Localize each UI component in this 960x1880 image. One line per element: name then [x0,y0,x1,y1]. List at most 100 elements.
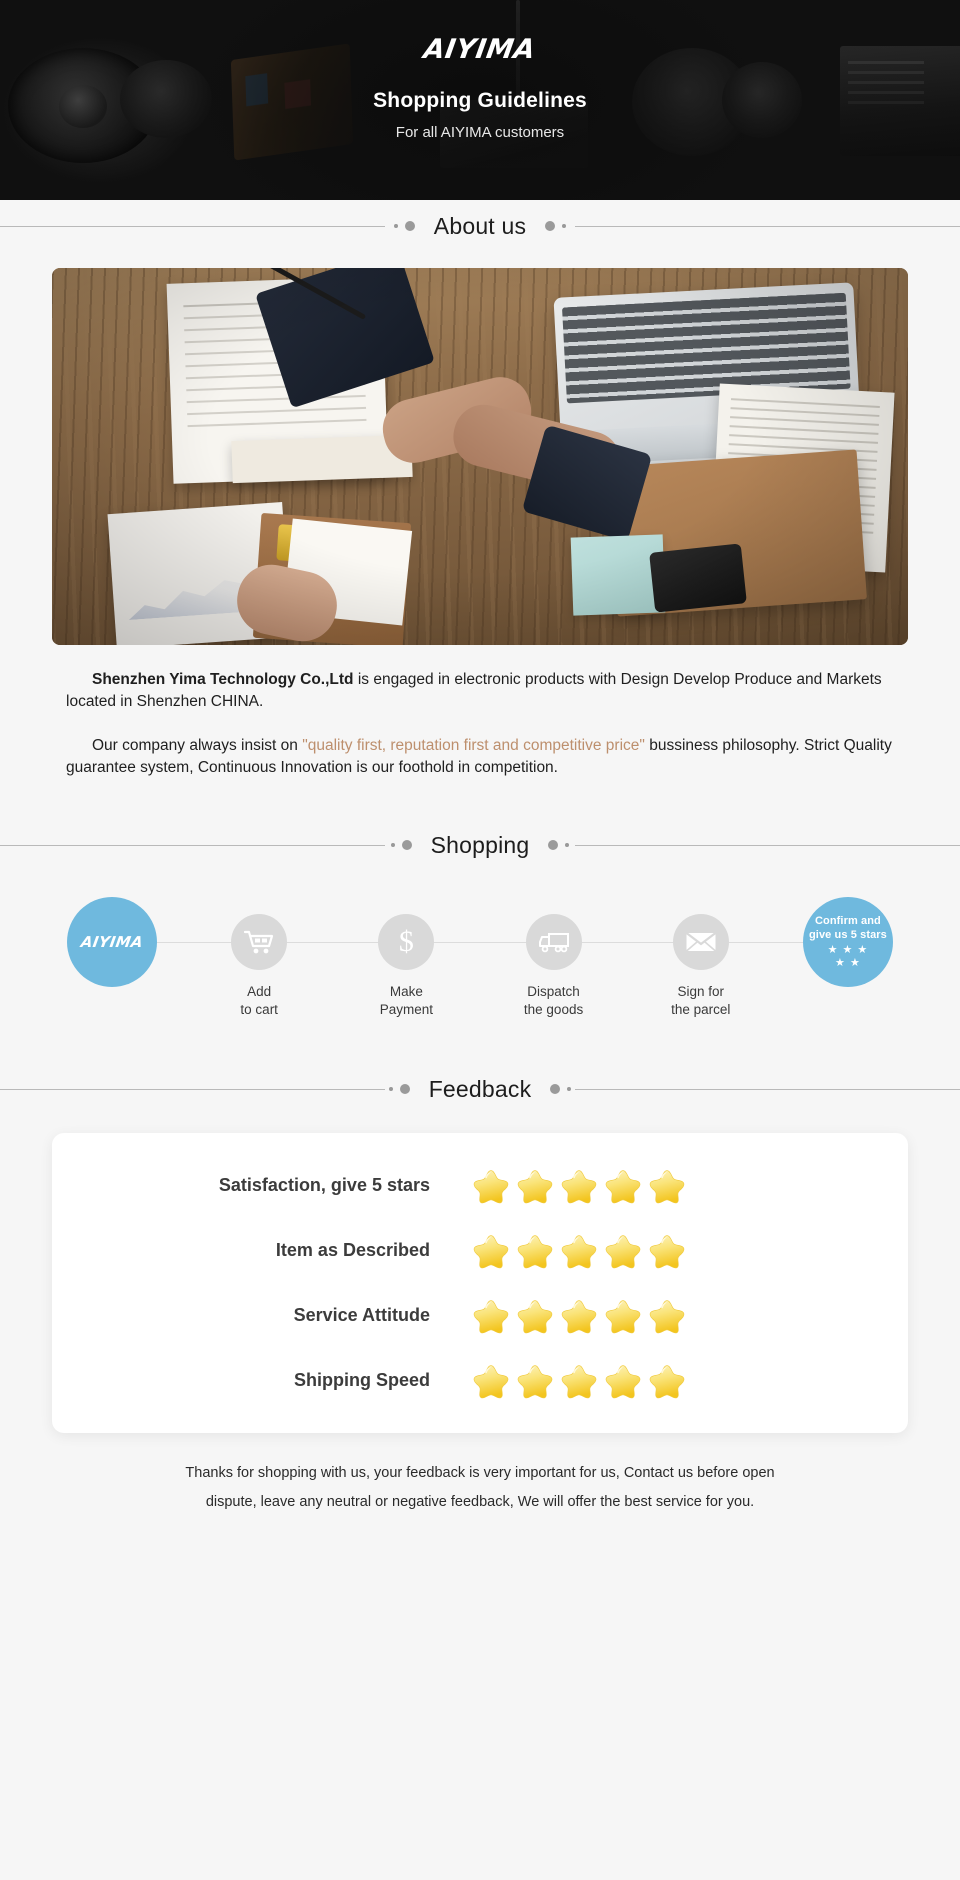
section-divider-about: About us [0,200,960,252]
star-icon [516,1233,554,1269]
steps-row: AIYIMA Add to cart $ Make Payment Dispat… [52,897,908,1019]
star-icon [560,1168,598,1204]
divider-rule-right-shopping [575,845,960,846]
about-paragraph-1: Shenzhen Yima Technology Co.,Ltd is enga… [66,669,894,713]
step-label-add-to-cart: Add to cart [240,983,278,1019]
star-icon [648,1233,686,1269]
star-icon [648,1363,686,1399]
divider-rule-left-shopping [0,845,385,846]
divider-small-dot-right-feedback [567,1087,572,1091]
company-motto: "quality first, reputation first and com… [302,737,645,754]
confirm-line-2: give us 5 stars [808,929,887,942]
about-paragraph-2: Our company always insist on "quality fi… [66,735,894,779]
star-icon [472,1298,510,1334]
divider-small-dot-left-shopping [390,843,395,847]
company-name: Shenzhen Yima Technology Co.,Ltd [92,671,354,688]
about-handshake-photo [52,268,908,645]
feedback-row: Item as Described [52,1218,908,1283]
step-label-dispatch-goods: Dispatch the goods [524,983,583,1019]
step-label-sign-parcel: Sign for the parcel [671,983,730,1019]
divider-rule-left [0,226,385,227]
star-icon [472,1363,510,1399]
step-dispatch-goods: Dispatch the goods [494,897,614,1019]
divider-group-feedback: Feedback [384,1075,576,1103]
divider-group-shopping: Shopping [386,831,574,859]
feedback-star-rating[interactable] [472,1363,686,1399]
feedback-row: Service Attitude [52,1283,908,1348]
star-icon [516,1168,554,1204]
star-icon [560,1363,598,1399]
hero-title: Shopping Guidelines [373,89,587,112]
footer-note: Thanks for shopping with us, your feedba… [40,1459,920,1517]
feedback-label: Satisfaction, give 5 stars [218,1175,430,1195]
feedback-label: Service Attitude [293,1305,430,1325]
about-text-block: Shenzhen Yima Technology Co.,Ltd is enga… [52,669,908,779]
step-label-line1: Dispatch [527,984,580,999]
footer-line-1: Thanks for shopping with us, your feedba… [185,1465,775,1481]
shopping-cart-icon [231,914,288,970]
section-divider-shopping: Shopping [0,819,960,871]
divider-large-dot-right [545,221,556,231]
star-icon [604,1298,642,1334]
step-aiyima: AIYIMA [52,897,172,987]
divider-large-dot-left [404,221,415,231]
feedback-label: Shipping Speed [293,1370,430,1390]
section-title-shopping: Shopping [430,831,530,858]
section-title-feedback: Feedback [428,1075,532,1102]
feedback-star-rating[interactable] [472,1298,686,1334]
confirm-stars-icon: Confirm and give us 5 stars ★ ★ ★ ★ ★ [802,897,893,987]
divider-group: About us [389,212,571,240]
star-icon [648,1298,686,1334]
step-label-line2: Payment [379,1001,434,1017]
divider-small-dot-right-shopping [565,843,570,847]
divider-rule-right [575,226,960,227]
divider-small-dot-left [393,224,398,228]
divider-large-dot-left-feedback [399,1084,410,1094]
photo-vignette [52,268,908,645]
star-icon [516,1363,554,1399]
divider-small-dot-left-feedback [388,1087,393,1091]
divider-large-dot-left-shopping [401,840,412,850]
hero-subtitle: For all AIYIMA customers [395,124,565,141]
star-icon [472,1233,510,1269]
star-icon [472,1168,510,1204]
shopping-guidelines-page: AIYIMA Shopping Guidelines For all AIYIM… [0,0,960,1880]
section-divider-feedback: Feedback [0,1063,960,1115]
step-label-line2: the parcel [671,1001,731,1017]
hero-content: AIYIMA Shopping Guidelines For all AIYIM… [0,0,960,200]
hero-banner: AIYIMA Shopping Guidelines For all AIYIM… [0,0,960,200]
step-label-line2: the goods [523,1001,584,1017]
shopping-steps: AIYIMA Add to cart $ Make Payment Dispat… [52,897,908,1037]
star-icon [560,1298,598,1334]
step-add-to-cart: Add to cart [199,897,319,1019]
feedback-row: Satisfaction, give 5 stars [52,1153,908,1218]
star-icon [604,1168,642,1204]
divider-rule-left-feedback [0,1089,385,1090]
step-label-line1: Make [389,984,423,999]
star-icon [604,1233,642,1269]
dollar-glyph: $ [398,925,414,958]
feedback-star-rating[interactable] [472,1233,686,1269]
confirm-stars-row-2: ★ ★ [835,957,861,970]
feedback-label: Item as Described [275,1240,430,1260]
envelope-icon [672,914,729,970]
step-label-line1: Sign for [677,984,724,999]
step-label-line2: to cart [240,1001,278,1017]
step-label-make-payment: Make Payment [380,983,433,1019]
aiyima-logo-icon: AIYIMA [67,897,157,987]
dollar-icon: $ [378,914,435,970]
feedback-card: Satisfaction, give 5 stars Item as Descr… [52,1133,908,1433]
divider-small-dot-right [562,224,567,228]
step-confirm-rate: Confirm and give us 5 stars ★ ★ ★ ★ ★ [788,897,908,987]
feedback-star-rating[interactable] [472,1168,686,1204]
confirm-stars-row-1: ★ ★ ★ [827,943,869,956]
feedback-row: Shipping Speed [52,1348,908,1413]
star-icon [560,1233,598,1269]
step-make-payment: $ Make Payment [346,897,466,1019]
confirm-line-1: Confirm and [814,915,881,928]
aiyima-logo-text: AIYIMA [79,933,145,951]
divider-large-dot-right-feedback [550,1084,561,1094]
aiyima-logo: AIYIMA [421,34,539,65]
footer-line-2: dispute, leave any neutral or negative f… [205,1494,755,1510]
about-paragraph-2-lead: Our company always insist on [92,737,303,754]
